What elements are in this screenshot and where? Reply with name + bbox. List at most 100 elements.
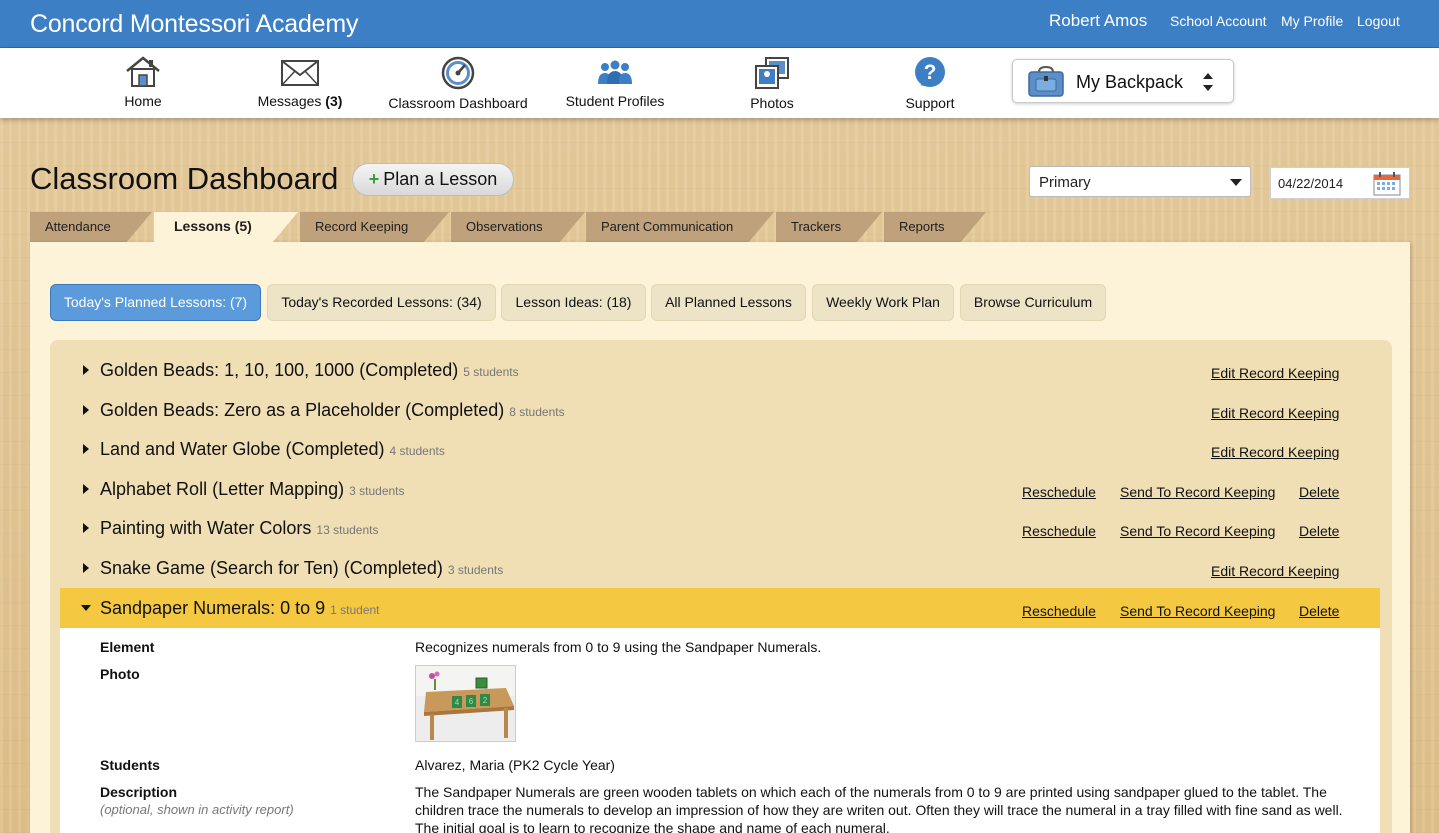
delete-link[interactable]: Delete bbox=[1299, 484, 1339, 500]
lesson-title[interactable]: Snake Game (Search for Ten) (Completed) 3… bbox=[100, 558, 503, 579]
element-label: Element bbox=[100, 639, 155, 655]
date-input[interactable]: 04/22/2014 bbox=[1270, 167, 1410, 199]
my-profile-link[interactable]: My Profile bbox=[1281, 13, 1343, 29]
nav-messages-label: Messages (3) bbox=[230, 93, 370, 109]
my-backpack-dropdown[interactable]: My Backpack bbox=[1012, 59, 1234, 103]
subtab-weekly-work-plan[interactable]: Weekly Work Plan bbox=[812, 284, 954, 321]
tab-observations[interactable]: Observations bbox=[451, 212, 585, 243]
backpack-label: My Backpack bbox=[1076, 72, 1184, 92]
school-name: Concord Montessori Academy bbox=[30, 10, 359, 38]
subtab-browse-curriculum[interactable]: Browse Curriculum bbox=[960, 284, 1106, 321]
lesson-student-count: 13 students bbox=[316, 523, 379, 537]
photo-tile-text: 2 bbox=[483, 696, 488, 705]
lesson-student-count: 4 students bbox=[389, 444, 445, 458]
lesson-student-count: 3 students bbox=[447, 563, 504, 577]
delete-link[interactable]: Delete bbox=[1299, 603, 1339, 619]
send-to-record-keeping-link[interactable]: Send To Record Keeping bbox=[1120, 484, 1275, 500]
photo-label: Photo bbox=[100, 666, 140, 682]
subtab-todays-planned-lessons[interactable]: Today's Planned Lessons: (7) bbox=[50, 284, 261, 321]
lesson-title[interactable]: Golden Beads: Zero as a Placeholder (Com… bbox=[100, 400, 565, 421]
nav-messages[interactable]: Messages (3) bbox=[230, 56, 370, 109]
tab-trackers[interactable]: Trackers bbox=[776, 212, 882, 243]
home-icon bbox=[73, 56, 213, 88]
lesson-title[interactable]: Painting with Water Colors 13 students bbox=[100, 518, 378, 539]
edit-record-keeping-link[interactable]: Edit Record Keeping bbox=[1211, 563, 1339, 579]
tab-reports[interactable]: Reports bbox=[884, 212, 986, 243]
nav-classroom-dashboard[interactable]: Classroom Dashboard bbox=[388, 56, 528, 111]
expand-caret-icon[interactable] bbox=[83, 365, 89, 375]
lesson-row: Golden Beads: Zero as a Placeholder (Com… bbox=[60, 390, 1380, 430]
subtab-todays-recorded-lessons[interactable]: Today's Recorded Lessons: (34) bbox=[267, 284, 496, 321]
level-select[interactable]: Primary bbox=[1029, 166, 1251, 197]
nav-support-label: Support bbox=[905, 95, 955, 111]
lesson-title-text: Alphabet Roll (Letter Mapping) bbox=[100, 479, 345, 499]
nav-student-profiles[interactable]: Student Profiles bbox=[545, 56, 685, 109]
edit-record-keeping-link[interactable]: Edit Record Keeping bbox=[1211, 405, 1339, 421]
description-note: (optional, shown in activity report) bbox=[100, 802, 294, 817]
tab-record-keeping[interactable]: Record Keeping bbox=[300, 212, 449, 243]
lesson-title-text: Painting with Water Colors bbox=[100, 518, 312, 538]
expand-caret-icon[interactable] bbox=[83, 563, 89, 573]
reschedule-link[interactable]: Reschedule bbox=[1022, 603, 1096, 619]
students-label: Students bbox=[100, 757, 160, 773]
backpack-icon bbox=[1027, 65, 1065, 101]
nav-home[interactable]: Home bbox=[73, 56, 213, 109]
students-value: Alvarez, Maria (PK2 Cycle Year) bbox=[415, 757, 615, 773]
svg-text:?: ? bbox=[924, 61, 937, 84]
updown-arrows-icon bbox=[1201, 70, 1215, 97]
user-name: Robert Amos bbox=[1049, 11, 1148, 30]
description-label: Description bbox=[100, 784, 178, 800]
lesson-row: Painting with Water Colors 13 students Re… bbox=[60, 508, 1380, 548]
element-value: Recognizes numerals from 0 to 9 using th… bbox=[415, 639, 822, 655]
expand-caret-icon[interactable] bbox=[83, 444, 89, 454]
subtab-all-planned-lessons[interactable]: All Planned Lessons bbox=[651, 284, 806, 321]
lesson-title[interactable]: Sandpaper Numerals: 0 to 9 1 student bbox=[100, 598, 380, 619]
lesson-title[interactable]: Land and Water Globe (Completed) 4 studen… bbox=[100, 439, 445, 460]
nav-classroom-dashboard-label: Classroom Dashboard bbox=[388, 95, 528, 111]
lesson-row: Golden Beads: 1, 10, 100, 1000 (Complete… bbox=[60, 350, 1380, 390]
expand-caret-icon[interactable] bbox=[83, 405, 89, 415]
tab-attendance[interactable]: Attendance bbox=[30, 212, 152, 243]
tab-parent-communication[interactable]: Parent Communication bbox=[586, 212, 774, 243]
question-icon: ? bbox=[860, 56, 1000, 90]
lesson-title[interactable]: Alphabet Roll (Letter Mapping) 3 students bbox=[100, 479, 405, 500]
lesson-title-text: Sandpaper Numerals: 0 to 9 bbox=[100, 598, 326, 618]
plus-icon: + bbox=[368, 169, 380, 189]
main-nav: Home Messages (3) Classroom Dashboard St… bbox=[0, 48, 1439, 118]
plan-lesson-button[interactable]: + Plan a Lesson bbox=[352, 163, 514, 196]
school-account-link[interactable]: School Account bbox=[1170, 13, 1267, 29]
delete-link[interactable]: Delete bbox=[1299, 523, 1339, 539]
expand-caret-icon[interactable] bbox=[83, 523, 89, 533]
lesson-title[interactable]: Golden Beads: 1, 10, 100, 1000 (Complete… bbox=[100, 360, 519, 381]
nav-home-label: Home bbox=[124, 93, 162, 109]
logout-link[interactable]: Logout bbox=[1357, 13, 1400, 29]
subtab-lesson-ideas[interactable]: Lesson Ideas: (18) bbox=[501, 284, 646, 321]
nav-student-profiles-label: Student Profiles bbox=[565, 93, 665, 109]
date-value: 04/22/2014 bbox=[1278, 176, 1344, 191]
lesson-photo[interactable]: 4 6 2 bbox=[415, 665, 516, 742]
edit-record-keeping-link[interactable]: Edit Record Keeping bbox=[1211, 365, 1339, 381]
photo-tile-text: 6 bbox=[469, 697, 474, 706]
description-value: The Sandpaper Numerals are green wooden … bbox=[415, 784, 1343, 833]
expand-caret-icon[interactable] bbox=[83, 484, 89, 494]
lesson-student-count: 1 student bbox=[330, 603, 380, 617]
page-title: Classroom Dashboard bbox=[30, 161, 339, 196]
collapse-caret-icon[interactable] bbox=[81, 605, 91, 611]
lesson-row: Snake Game (Search for Ten) (Completed) 3… bbox=[60, 548, 1380, 588]
calendar-icon[interactable] bbox=[1373, 172, 1401, 199]
reschedule-link[interactable]: Reschedule bbox=[1022, 484, 1096, 500]
lesson-title-text: Golden Beads: 1, 10, 100, 1000 (Complete… bbox=[100, 360, 459, 380]
messages-count: (3) bbox=[325, 93, 343, 109]
send-to-record-keeping-link[interactable]: Send To Record Keeping bbox=[1120, 523, 1275, 539]
nav-photos[interactable]: Photos bbox=[702, 56, 842, 111]
lesson-student-count: 5 students bbox=[463, 365, 519, 379]
photo-tile-text: 4 bbox=[455, 698, 460, 707]
lesson-row: Alphabet Roll (Letter Mapping) 3 students… bbox=[60, 469, 1380, 509]
reschedule-link[interactable]: Reschedule bbox=[1022, 523, 1096, 539]
tab-lessons[interactable]: Lessons (5) bbox=[154, 212, 298, 244]
lesson-title-text: Golden Beads: Zero as a Placeholder (Com… bbox=[100, 400, 505, 420]
nav-support[interactable]: ? Support bbox=[860, 56, 1000, 111]
send-to-record-keeping-link[interactable]: Send To Record Keeping bbox=[1120, 603, 1275, 619]
envelope-icon bbox=[230, 56, 370, 88]
edit-record-keeping-link[interactable]: Edit Record Keeping bbox=[1211, 444, 1339, 460]
